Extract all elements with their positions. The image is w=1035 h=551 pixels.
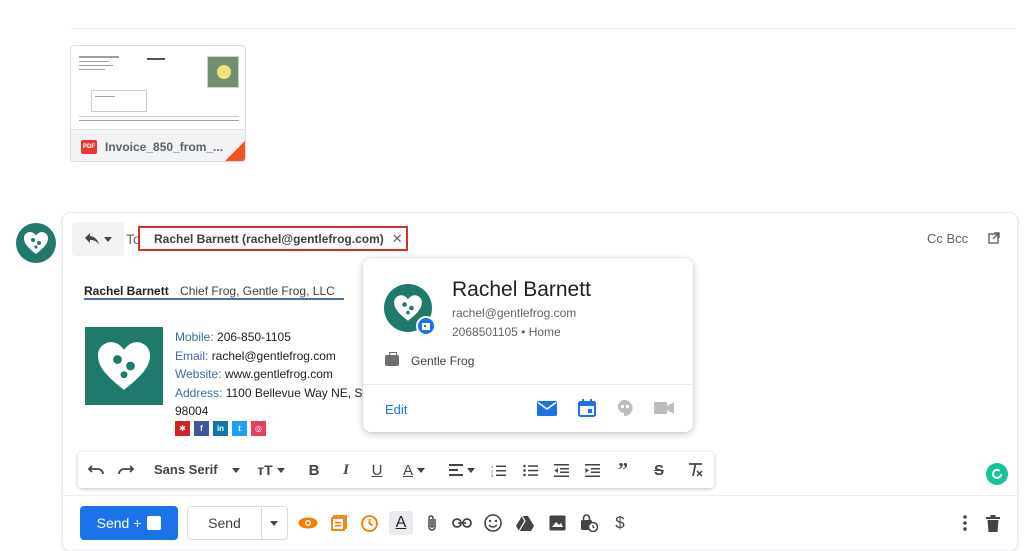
contact-email[interactable]: rachel@gentlefrog.com: [452, 306, 576, 320]
send-plus-label: Send +: [96, 515, 142, 531]
instagram-icon[interactable]: ◎: [251, 421, 266, 436]
indent-less-icon[interactable]: [551, 460, 571, 480]
twitter-icon[interactable]: t: [232, 421, 247, 436]
font-size-icon[interactable]: тT: [254, 460, 288, 480]
trash-icon[interactable]: [982, 512, 1004, 534]
send-options-button[interactable]: [261, 506, 288, 540]
underline-icon[interactable]: U: [367, 460, 387, 480]
reply-arrow-icon: [85, 233, 99, 245]
briefcase-icon: [385, 352, 399, 366]
email-label: Email:: [175, 348, 209, 363]
social-links: ✱ f in t ◎: [175, 421, 266, 436]
indent-more-icon[interactable]: [582, 460, 602, 480]
linkedin-icon[interactable]: in: [213, 421, 228, 436]
email-value[interactable]: rachel@gentlefrog.com: [212, 349, 336, 363]
link-icon[interactable]: [451, 512, 473, 534]
attachment-thumbnail: [71, 46, 245, 130]
recipient-chip-label: Rachel Barnett (rachel@gentlefrog.com): [154, 231, 384, 246]
quote-icon[interactable]: ”: [613, 459, 633, 481]
address-zip: 98004: [175, 404, 209, 419]
chevron-down-icon: [276, 467, 285, 473]
thread-divider: [70, 28, 1015, 29]
contact-hovercard: Rachel Barnett rachel@gentlefrog.com 206…: [363, 258, 693, 432]
text-color-icon[interactable]: A: [398, 460, 430, 480]
schedule-box-icon: [147, 516, 162, 530]
frog-heart-icon: [98, 342, 150, 390]
contact-phone: 2068501105 • Home: [452, 325, 561, 339]
remove-formatting-icon[interactable]: [685, 460, 705, 480]
attach-icon[interactable]: [421, 512, 443, 534]
mobile-value: 206-850-1105: [217, 330, 291, 344]
signature-title: Chief Frog, Gentle Frog, LLC: [180, 284, 335, 298]
dollar-icon[interactable]: $: [609, 512, 631, 534]
thumbnail-frog-logo: [207, 56, 239, 88]
attachment-card[interactable]: PDF Invoice_850_from_...: [70, 45, 246, 162]
chevron-down-icon: [104, 236, 112, 242]
templates-icon[interactable]: [328, 512, 350, 534]
bulleted-list-icon[interactable]: [520, 460, 540, 480]
attachment-fold-corner: [225, 141, 245, 161]
chevron-down-icon: [270, 520, 278, 526]
confidential-mode-icon[interactable]: [578, 512, 600, 534]
strikethrough-icon[interactable]: S: [649, 460, 669, 480]
signature-divider: [84, 298, 344, 300]
grammarly-icon[interactable]: [986, 463, 1008, 485]
schedule-clock-icon[interactable]: [358, 512, 380, 534]
emoji-icon[interactable]: [482, 512, 504, 534]
facebook-icon[interactable]: f: [194, 421, 209, 436]
undo-icon[interactable]: [86, 460, 106, 480]
chevron-down-icon: [417, 467, 425, 473]
email-icon[interactable]: [536, 398, 558, 418]
frog-heart-icon: [24, 232, 48, 254]
popout-icon[interactable]: [988, 232, 1000, 244]
close-icon[interactable]: ✕: [392, 231, 403, 247]
signature-header: Rachel Barnett Chief Frog, Gentle Frog, …: [84, 284, 335, 298]
photo-icon[interactable]: [546, 512, 568, 534]
eye-tracking-icon[interactable]: [297, 512, 319, 534]
chevron-down-icon: [231, 468, 240, 474]
reply-type-button[interactable]: [72, 222, 124, 256]
yelp-icon[interactable]: ✱: [175, 421, 190, 436]
cc-bcc-link[interactable]: Cc Bcc: [927, 231, 968, 246]
mobile-label: Mobile:: [175, 330, 214, 344]
formatting-toolbar: Sans Serif тT B I U A 123 ” S: [78, 452, 714, 488]
bold-icon[interactable]: B: [304, 460, 324, 480]
edit-contact-link[interactable]: Edit: [385, 402, 407, 417]
svg-text:3: 3: [491, 473, 494, 477]
signature-name: Rachel Barnett: [84, 284, 169, 298]
signature-contact-lines: Mobile: 206-850-1105 Email: rachel@gentl…: [175, 328, 372, 421]
sender-avatar[interactable]: [16, 223, 56, 263]
address-value: 1100 Bellevue Way NE, Ste: [225, 385, 373, 400]
numbered-list-icon[interactable]: 123: [488, 460, 508, 480]
more-options-icon[interactable]: [954, 512, 976, 534]
contact-company: Gentle Frog: [411, 354, 475, 368]
redo-icon[interactable]: [116, 460, 136, 480]
pdf-icon: PDF: [81, 139, 97, 154]
contact-name: Rachel Barnett: [452, 278, 591, 301]
video-call-icon[interactable]: [653, 398, 675, 418]
action-bar-divider: [62, 495, 1018, 496]
chat-icon[interactable]: [614, 398, 636, 418]
drive-icon[interactable]: [514, 512, 536, 534]
calendar-icon[interactable]: [576, 398, 598, 418]
website-value[interactable]: www.gentlefrog.com: [225, 367, 333, 381]
hovercard-divider: [363, 384, 693, 385]
send-button[interactable]: Send: [187, 506, 262, 540]
recipient-chip[interactable]: Rachel Barnett (rachel@gentlefrog.com) ✕: [138, 226, 408, 251]
address-label: Address:: [175, 385, 223, 400]
formatting-options-icon[interactable]: A: [389, 511, 413, 535]
attachment-filename: Invoice_850_from_...: [105, 139, 224, 154]
signature-logo: [85, 327, 163, 405]
italic-icon[interactable]: I: [336, 460, 356, 480]
font-family-value: Sans Serif: [154, 462, 218, 477]
website-label: Website:: [175, 367, 222, 382]
contacts-badge-icon: [416, 316, 436, 336]
send-plus-button[interactable]: Send +: [80, 506, 178, 540]
chevron-down-icon: [467, 467, 475, 473]
align-icon[interactable]: [445, 460, 479, 480]
font-family-select[interactable]: Sans Serif: [154, 462, 240, 477]
